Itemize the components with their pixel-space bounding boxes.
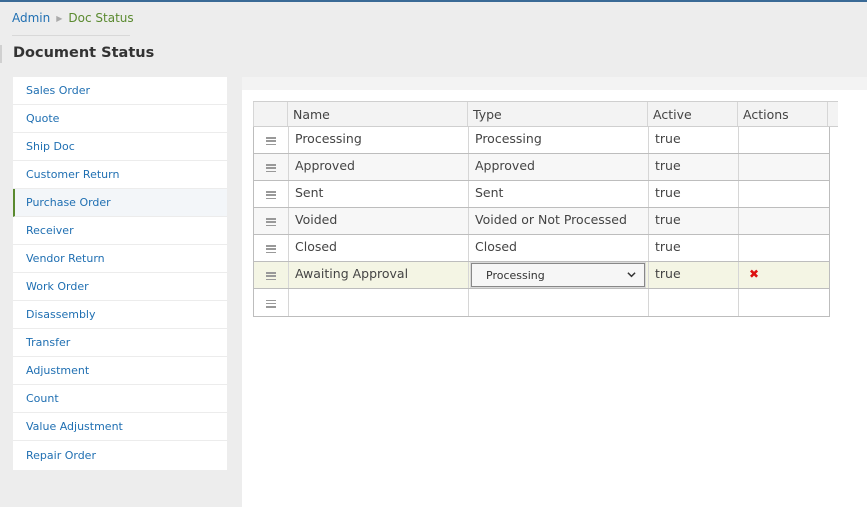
header-active[interactable]: Active [648, 102, 738, 126]
drag-handle-icon[interactable] [254, 127, 289, 153]
row-type[interactable]: Sent [469, 181, 649, 207]
drag-handle-icon[interactable] [254, 181, 289, 207]
drag-handle-icon[interactable] [254, 235, 289, 261]
row-name[interactable]: Approved [289, 154, 469, 180]
table-row-new[interactable] [254, 289, 829, 316]
row-active[interactable]: true [649, 262, 739, 288]
row-active[interactable]: true [649, 181, 739, 207]
row-type[interactable] [469, 289, 649, 316]
row-type[interactable]: Closed [469, 235, 649, 261]
row-type[interactable]: Processing [469, 127, 649, 153]
row-name[interactable]: Closed [289, 235, 469, 261]
header-handle-column [253, 102, 288, 126]
sidebar-item-ship-doc[interactable]: Ship Doc [13, 133, 227, 161]
breadcrumb-admin-link[interactable]: Admin [12, 11, 50, 25]
sidebar-item-disassembly[interactable]: Disassembly [13, 301, 227, 329]
row-actions: ✖ [739, 262, 828, 288]
main-panel-header-strip [242, 77, 867, 90]
row-name[interactable]: Processing [289, 127, 469, 153]
table-row[interactable]: Approved Approved true [254, 154, 829, 181]
row-type[interactable]: Voided or Not Processed [469, 208, 649, 234]
x-delete-icon[interactable]: ✖ [749, 268, 759, 280]
title-marker [0, 45, 2, 63]
header-name[interactable]: Name [288, 102, 468, 126]
row-active[interactable]: true [649, 154, 739, 180]
row-actions [739, 154, 828, 180]
grid-body: Processing Processing true Approved Appr… [253, 127, 830, 317]
row-actions [739, 289, 828, 316]
table-row[interactable]: Processing Processing true [254, 127, 829, 154]
breadcrumb: Admin ▶ Doc Status [12, 11, 134, 25]
row-active[interactable]: true [649, 208, 739, 234]
row-active[interactable] [649, 289, 739, 316]
table-row[interactable]: Sent Sent true [254, 181, 829, 208]
sidebar-item-quote[interactable]: Quote [13, 105, 227, 133]
drag-handle-icon[interactable] [254, 154, 289, 180]
sidebar-item-customer-return[interactable]: Customer Return [13, 161, 227, 189]
row-actions [739, 208, 828, 234]
breadcrumb-divider [12, 35, 130, 36]
table-row[interactable]: Closed Closed true [254, 235, 829, 262]
sidebar-item-transfer[interactable]: Transfer [13, 329, 227, 357]
breadcrumb-separator-icon: ▶ [56, 13, 63, 23]
row-active[interactable]: true [649, 235, 739, 261]
row-name[interactable]: Voided [289, 208, 469, 234]
row-type-cell: Processing [469, 262, 649, 288]
table-row-editing[interactable]: Awaiting Approval Processing true ✖ [254, 262, 829, 289]
page-title: Document Status [13, 45, 155, 61]
sidebar-item-receiver[interactable]: Receiver [13, 217, 227, 245]
row-actions [739, 127, 828, 153]
sidebar-item-purchase-order[interactable]: Purchase Order [13, 189, 227, 217]
type-select-dropdown[interactable]: Processing [470, 262, 646, 288]
row-active[interactable]: true [649, 127, 739, 153]
row-type[interactable]: Approved [469, 154, 649, 180]
sidebar-item-adjustment[interactable]: Adjustment [13, 357, 227, 385]
grid-header: Name Type Active Actions [253, 101, 838, 127]
sidebar-item-vendor-return[interactable]: Vendor Return [13, 245, 227, 273]
type-select-value: Processing [486, 268, 545, 282]
sidebar-item-count[interactable]: Count [13, 385, 227, 413]
sidebar-item-work-order[interactable]: Work Order [13, 273, 227, 301]
sidebar-item-value-adjustment[interactable]: Value Adjustment [13, 413, 227, 441]
row-actions [739, 181, 828, 207]
breadcrumb-current: Doc Status [68, 11, 134, 25]
sidebar-item-sales-order[interactable]: Sales Order [13, 77, 227, 105]
table-row[interactable]: Voided Voided or Not Processed true [254, 208, 829, 235]
header-actions: Actions [738, 102, 828, 126]
row-name[interactable]: Awaiting Approval [289, 262, 469, 288]
drag-handle-icon[interactable] [254, 262, 289, 288]
drag-handle-icon[interactable] [254, 289, 289, 316]
row-name[interactable] [289, 289, 469, 316]
row-name[interactable]: Sent [289, 181, 469, 207]
status-grid: Name Type Active Actions Processing Proc… [253, 101, 838, 317]
sidebar-item-repair-order[interactable]: Repair Order [13, 441, 227, 469]
sidebar: Sales Order Quote Ship Doc Customer Retu… [13, 77, 227, 470]
row-actions [739, 235, 828, 261]
chevron-down-icon [627, 272, 636, 278]
top-accent-bar [0, 0, 867, 2]
header-type[interactable]: Type [468, 102, 648, 126]
drag-handle-icon[interactable] [254, 208, 289, 234]
